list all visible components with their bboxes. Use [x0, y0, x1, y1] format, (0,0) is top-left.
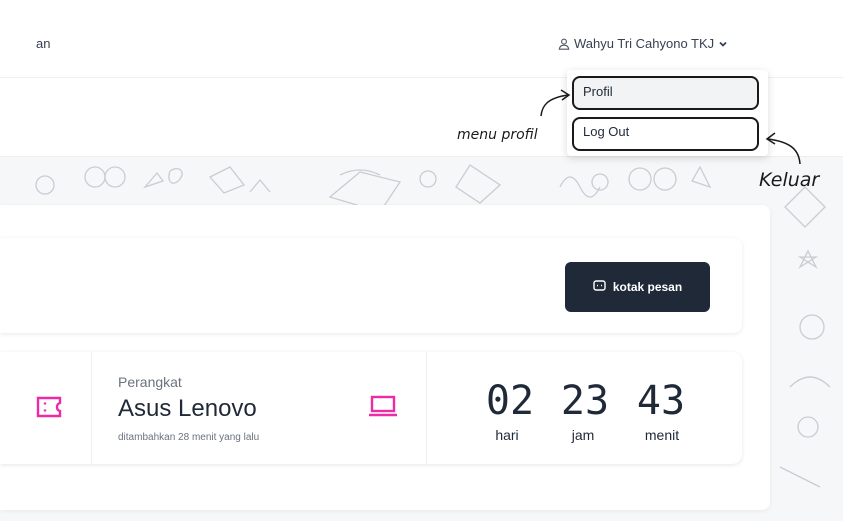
main-panel: kotak pesan Perangkat Asus Lenovo ditamb… — [0, 205, 770, 510]
countdown-hours-label: jam — [571, 427, 595, 443]
laptop-icon — [368, 394, 398, 423]
countdown-minutes: 43 — [636, 378, 686, 424]
annotation-menu-profil: menu profil — [457, 127, 538, 143]
annotation-keluar: Keluar — [759, 169, 820, 191]
menu-item-profil[interactable]: Profil — [572, 76, 759, 110]
card-divider — [426, 352, 427, 464]
device-name: Asus Lenovo — [118, 395, 257, 422]
countdown-days: 02 — [485, 378, 535, 424]
device-info-card: Perangkat Asus Lenovo ditambahkan 28 men… — [0, 352, 742, 464]
message-box-button[interactable]: kotak pesan — [565, 262, 710, 312]
chat-icon — [593, 279, 606, 295]
menu-item-logout[interactable]: Log Out — [572, 117, 759, 151]
user-dropdown-menu: Profil Log Out — [567, 70, 768, 156]
card-divider — [91, 352, 92, 464]
user-icon — [558, 38, 570, 50]
ticket-icon — [36, 396, 62, 423]
top-navbar: an Wahyu Tri Cahyono TKJ — [0, 0, 843, 78]
chevron-down-icon — [718, 39, 728, 49]
user-name: Wahyu Tri Cahyono TKJ — [574, 36, 715, 51]
message-box-button-label: kotak pesan — [612, 280, 683, 294]
countdown-days-label: hari — [495, 427, 519, 443]
arrow-icon — [765, 132, 801, 165]
nav-link[interactable]: an — [36, 36, 50, 51]
arrow-icon — [540, 89, 571, 117]
device-added-time: ditambahkan 28 menit yang lalu — [118, 432, 260, 443]
countdown-minutes-label: menit — [644, 427, 680, 443]
user-menu-toggle[interactable]: Wahyu Tri Cahyono TKJ — [558, 36, 728, 51]
countdown-hours: 23 — [560, 378, 610, 424]
device-label: Perangkat — [118, 374, 182, 390]
